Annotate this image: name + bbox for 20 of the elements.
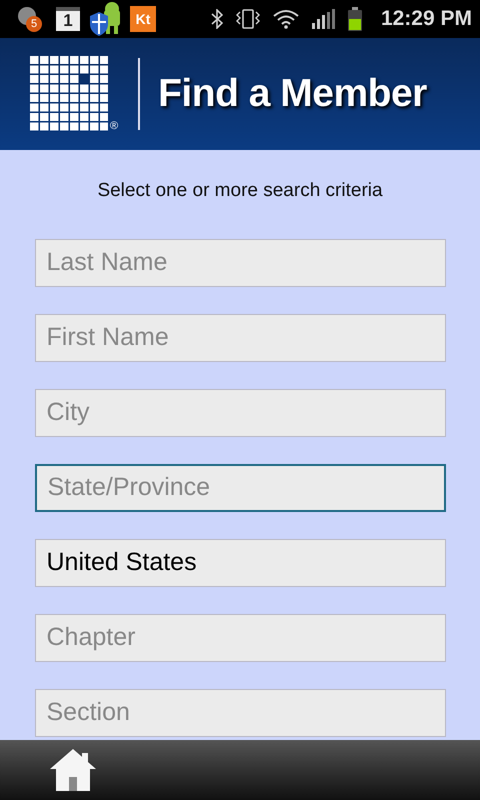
input-field[interactable]: United States xyxy=(34,538,446,586)
bluetooth-icon xyxy=(210,9,223,29)
page-title: Find a Member xyxy=(158,70,427,117)
input-field[interactable]: City xyxy=(34,388,446,436)
battery-icon xyxy=(346,7,363,31)
input-field[interactable]: State/Province xyxy=(34,464,446,512)
home-icon[interactable] xyxy=(48,747,98,793)
vibrate-icon xyxy=(234,8,261,30)
input-field[interactable]: First Name xyxy=(34,314,446,362)
clock: 12:29 PM xyxy=(380,6,472,32)
input-field[interactable]: Last Name xyxy=(34,238,446,286)
wifi-icon xyxy=(272,9,299,29)
registered-mark: ® xyxy=(110,121,118,132)
calendar-icon: 1 xyxy=(56,7,80,31)
shield-robot-icon xyxy=(88,2,122,36)
input-field[interactable]: Chapter xyxy=(34,614,446,662)
signal-icon xyxy=(310,9,335,29)
app-icon: Kt xyxy=(130,6,156,32)
input-field[interactable]: Section xyxy=(34,688,446,736)
instructions: Select one or more search criteria xyxy=(97,179,383,203)
